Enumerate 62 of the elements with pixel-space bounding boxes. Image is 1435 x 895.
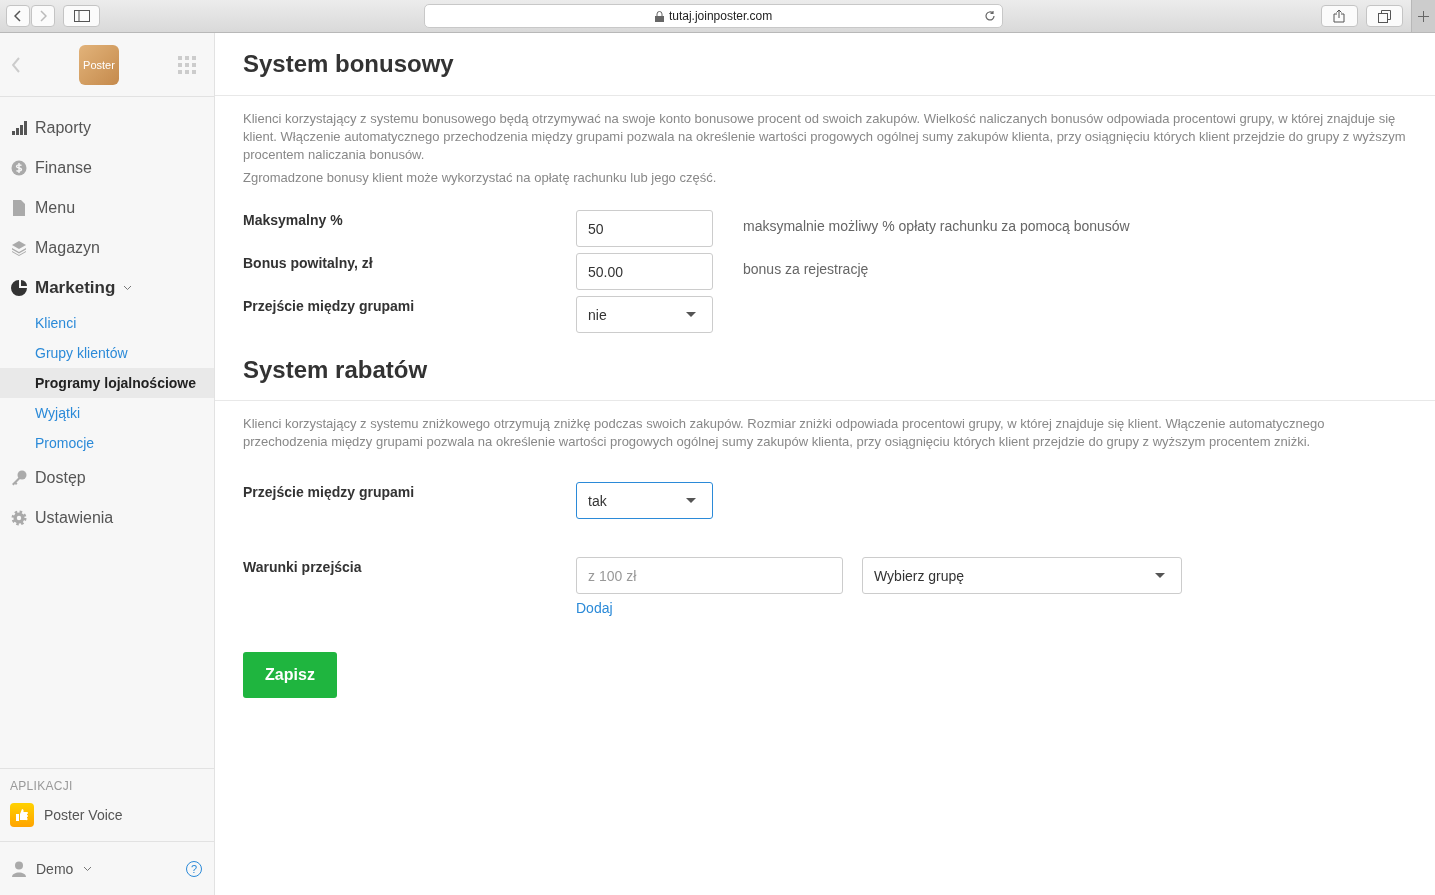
field-label: Przejście między grupami xyxy=(243,483,416,500)
input-field[interactable]: 50 xyxy=(576,210,713,247)
layers-icon xyxy=(11,240,27,256)
group-select[interactable]: Wybierz grupę xyxy=(862,557,1182,594)
nav-item[interactable]: Menu xyxy=(0,188,214,228)
url-text: tutaj.joinposter.com xyxy=(668,9,773,23)
tabs-button[interactable] xyxy=(1366,5,1404,27)
add-link[interactable]: Dodaj xyxy=(576,600,1182,616)
dropdown-caret-icon xyxy=(686,312,696,317)
nav-item[interactable]: Raporty xyxy=(0,108,214,148)
share-icon xyxy=(1333,9,1346,23)
nav-item[interactable]: Magazyn xyxy=(0,228,214,268)
input-field[interactable]: 50.00 xyxy=(576,253,713,290)
field-hint: maksymalnie możliwy % opłaty rachunku za pomocą bonusów xyxy=(743,217,1130,234)
tabs-icon xyxy=(1378,9,1392,23)
nav-item[interactable]: Finanse xyxy=(0,148,214,188)
key-icon xyxy=(11,470,27,486)
field-label: Warunki przejścia xyxy=(243,558,363,577)
pie-chart-icon xyxy=(11,280,27,296)
nav-item[interactable]: Marketing xyxy=(0,268,214,308)
forward-button[interactable] xyxy=(31,5,55,27)
submenu-item[interactable]: Promocje xyxy=(0,428,214,458)
submenu-item[interactable]: Grupy klientów xyxy=(0,338,214,368)
reload-icon xyxy=(983,10,996,22)
description-text: Klienci korzystający z systemu bonusowego będą otrzymywać na swoje konto bonusowe procent od swoich zakupów. Wielkość naliczanych bonusów odpowiada procentowi grupy, w której znajduje się klient. Włączenie automatycznego przechodzenia między grupami pozwala na określenie wartości progowych ogólnej sumy zakupów klienta, przy osiągnięciu których klient przejdzie do grupy z wyższym procentem naliczania bonusów. xyxy=(243,110,1407,164)
dropdown-caret-icon xyxy=(686,498,696,503)
document-icon xyxy=(11,200,27,216)
sidebar-icon xyxy=(73,10,90,22)
section-title: System bonusowy xyxy=(215,33,1435,96)
submenu-item[interactable]: Programy lojalnościowe xyxy=(0,368,214,398)
apps-heading: APLIKACJI xyxy=(10,779,74,793)
field-hint: bonus za rejestrację xyxy=(743,260,869,277)
user-menu[interactable]: Demo xyxy=(12,860,93,877)
new-tab-button[interactable] xyxy=(1411,0,1435,32)
nav-item[interactable]: Dostęp xyxy=(0,458,214,498)
dollar-icon xyxy=(11,160,27,176)
chevron-icon xyxy=(83,865,93,872)
amount-input[interactable]: z 100 zł xyxy=(576,557,843,594)
address-bar[interactable]: tutaj.joinposter.com xyxy=(424,4,1003,28)
bar-chart-icon xyxy=(11,120,27,136)
submenu-item[interactable]: Klienci xyxy=(0,308,214,338)
dropdown-caret-icon xyxy=(1155,573,1165,578)
plus-icon xyxy=(1418,10,1430,22)
share-button[interactable] xyxy=(1320,5,1359,27)
field-label: Maksymalny % xyxy=(243,211,344,228)
sidebar-toggle-button[interactable] xyxy=(63,5,101,27)
field-label: Bonus powitalny, zł xyxy=(243,254,374,271)
apps-grid-icon[interactable] xyxy=(178,55,196,74)
description-text: Klienci korzystający z systemu zniżkowego otrzymują zniżkę podczas swoich zakupów. Rozmiar zniżki odpowiada procentowi grupy, w której znajduje się klient. Włączenie automatycznego przechodzenia między grupami pozwala na określenie wartości progowych ogólnej sumy zakupów klienta, przy osiągnięciu których klient przejdzie do grupy z wyższym procentem zniżki. xyxy=(243,415,1326,451)
field-label: Przejście między grupami xyxy=(243,297,416,314)
thumbs-up-icon xyxy=(10,803,34,827)
description-text: Zgromadzone bonusy klient może wykorzystać na opłatę rachunku lub jego część. xyxy=(243,169,718,187)
chevron-icon xyxy=(123,285,133,291)
back-button[interactable] xyxy=(6,5,30,27)
gear-icon xyxy=(11,510,27,526)
app-item[interactable]: Poster Voice xyxy=(10,803,204,827)
user-icon xyxy=(12,860,26,877)
section-title: System rabatów xyxy=(215,333,1435,401)
lock-icon xyxy=(654,10,664,22)
select-dropdown[interactable]: tak xyxy=(576,482,713,519)
nav-item[interactable]: Ustawienia xyxy=(0,498,214,538)
select-dropdown[interactable]: nie xyxy=(576,296,713,333)
